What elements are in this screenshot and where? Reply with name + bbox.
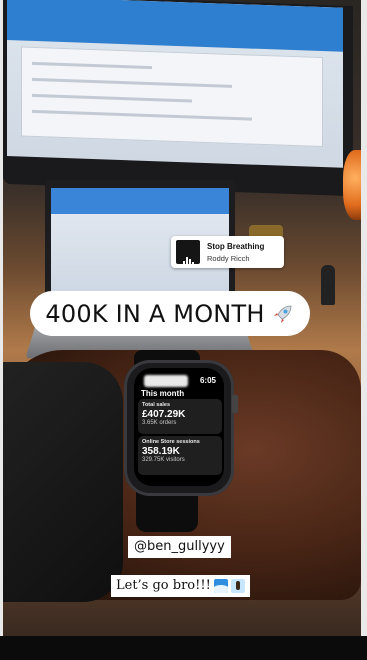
monitor-text-line <box>32 109 252 121</box>
monitor-text-line <box>32 61 152 70</box>
rocket-icon <box>273 305 291 323</box>
bottom-bar <box>0 636 367 660</box>
card-value: 358.19K <box>142 446 180 457</box>
watch-time: 6:05 <box>199 376 216 385</box>
monitor-header-bar <box>7 0 343 52</box>
surfer-icon <box>230 579 245 593</box>
digital-crown <box>232 395 238 413</box>
wave-icon <box>213 579 228 593</box>
sales-card: Total sales £407.29K 3.65K orders <box>138 399 222 434</box>
mention-tag[interactable]: @ben_gullyyy <box>128 536 231 558</box>
blurred-store-name <box>144 375 188 387</box>
bottle <box>321 265 335 305</box>
card-label: Total sales <box>142 402 171 408</box>
song-artist: Roddy Ricch <box>207 254 250 263</box>
song-title: Stop Breathing <box>207 242 265 251</box>
card-sub: 3.65K orders <box>142 420 177 426</box>
black-sleeve <box>3 362 123 602</box>
laptop-header-bar <box>51 188 229 214</box>
monitor-text-line <box>32 77 232 88</box>
music-sticker[interactable]: Stop Breathing Roddy Ricch <box>171 236 284 268</box>
sessions-card: Online Store sessions 358.19K 329.75K vi… <box>138 436 222 475</box>
card-value: £407.29K <box>142 409 186 420</box>
right-border <box>361 0 367 636</box>
headline-sticker: 400K IN A MONTH <box>30 291 310 336</box>
desktop-monitor <box>3 0 353 197</box>
monitor-text-line <box>32 93 192 103</box>
card-sub: 329.75K visitors <box>142 457 185 463</box>
left-border <box>0 0 3 636</box>
audio-bars-icon <box>183 248 195 266</box>
album-art <box>176 240 200 266</box>
page-indicator <box>134 478 224 486</box>
salt-lamp <box>343 150 361 220</box>
watch-heading: This month <box>141 389 185 398</box>
caption-text: Let’s go bro!!! <box>116 578 211 593</box>
monitor-panel <box>21 46 323 148</box>
card-label: Online Store sessions <box>142 439 200 445</box>
caption-sticker: Let’s go bro!!! <box>111 575 250 597</box>
monitor-screen <box>7 0 343 168</box>
headline-text: 400K IN A MONTH <box>45 299 265 328</box>
watch-screen: 6:05 This month Total sales £407.29K 3.6… <box>134 368 224 486</box>
